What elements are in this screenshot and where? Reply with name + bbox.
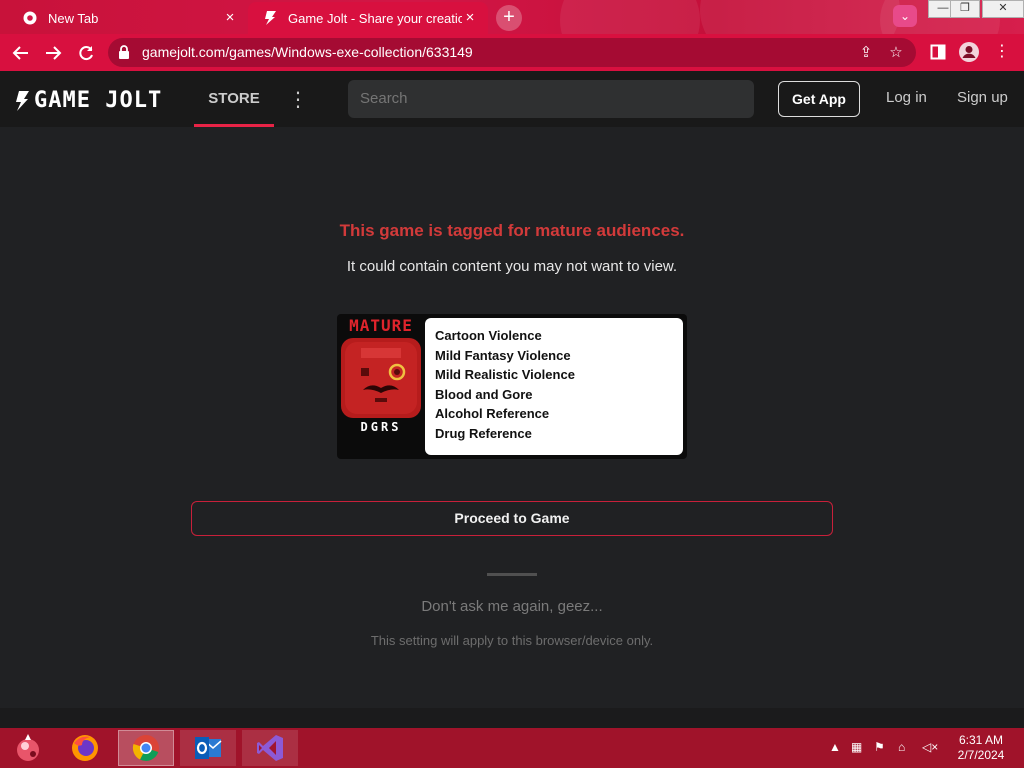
reload-icon[interactable]	[73, 40, 99, 66]
close-icon[interactable]: ×	[222, 10, 238, 26]
descriptor-item: Alcohol Reference	[435, 406, 550, 421]
bookmark-star-icon[interactable]: ☆	[886, 43, 906, 63]
tab-game-jolt[interactable]: Game Jolt - Share your creations ×	[248, 2, 488, 34]
sign-up-link[interactable]: Sign up	[957, 89, 1008, 106]
descriptor-item: Blood and Gore	[435, 386, 533, 402]
game-jolt-logo[interactable]: GAME JOLT	[14, 88, 162, 113]
flag-icon[interactable]: ⚑	[874, 740, 885, 754]
divider	[487, 573, 537, 576]
windows-taskbar: ▲ ▦ ⚑ ⌂ ◁× 6:31 AM 2/7/2024	[0, 728, 1024, 768]
gamejolt-icon	[262, 10, 278, 26]
back-icon[interactable]	[8, 40, 34, 66]
chrome-icon[interactable]	[118, 730, 174, 766]
network-icon[interactable]: ⌂	[898, 740, 905, 754]
tab-new-tab[interactable]: New Tab ×	[8, 2, 248, 34]
more-vertical-icon[interactable]: ⋮	[288, 87, 308, 112]
browser-toolbar: gamejolt.com/games/Windows-exe-collectio…	[0, 34, 1024, 71]
rating-system-label: DGRS	[360, 420, 402, 434]
task-view-icon[interactable]: ▦	[851, 740, 862, 754]
close-window-button[interactable]: ✕	[982, 0, 1024, 18]
mature-mascot-icon	[341, 338, 421, 418]
start-icon[interactable]	[0, 730, 56, 766]
site-header: GAME JOLT STORE ⋮ Get App Log in Sign up	[0, 71, 1024, 127]
rating-badge-label: MATURE	[349, 316, 413, 335]
descriptor-item: Drug Reference	[435, 425, 532, 441]
browser-tab-strip: New Tab × Game Jolt - Share your creatio…	[0, 0, 1024, 80]
tab-title: Game Jolt - Share your creations	[288, 10, 462, 26]
descriptor-item: Mild Fantasy Violence	[435, 347, 571, 363]
setting-note: This setting will apply to this browser/…	[370, 633, 654, 648]
volume-muted-icon[interactable]: ◁×	[922, 740, 938, 754]
share-icon[interactable]: ⇪	[856, 43, 876, 63]
lock-icon[interactable]	[118, 45, 132, 59]
forward-icon[interactable]	[40, 40, 66, 66]
bolt-icon	[16, 90, 29, 111]
firefox-icon[interactable]	[57, 730, 113, 766]
visual-studio-icon[interactable]	[242, 730, 298, 766]
content-rating-card: MATURE DGRS Cartoon Violence Mild Fantas…	[337, 314, 687, 459]
clock-date: 2/7/2024	[957, 748, 1005, 762]
proceed-to-game-button[interactable]: Proceed to Game	[191, 501, 833, 536]
store-tab[interactable]: STORE	[194, 71, 274, 127]
show-hidden-icons-icon[interactable]: ▲	[829, 740, 841, 754]
profile-avatar-icon[interactable]	[958, 41, 980, 63]
address-bar[interactable]: gamejolt.com/games/Windows-exe-collectio…	[108, 38, 916, 67]
logo-text: GAME JOLT	[34, 88, 163, 113]
mature-warning-subtitle: It could contain content you may not wan…	[346, 258, 678, 275]
chrome-icon	[22, 10, 38, 26]
content-descriptors-list: Cartoon Violence Mild Fantasy Violence M…	[425, 318, 683, 455]
restore-button[interactable]: ❐	[950, 0, 980, 18]
tab-title: New Tab	[48, 10, 99, 26]
get-app-button[interactable]: Get App	[778, 81, 860, 117]
mature-warning-title: This game is tagged for mature audiences…	[339, 221, 685, 240]
close-icon[interactable]: ×	[462, 10, 478, 26]
log-in-link[interactable]: Log in	[886, 89, 927, 106]
clock-time: 6:31 AM	[958, 733, 1004, 747]
tab-search-icon[interactable]: ⌄	[893, 5, 917, 27]
kebab-menu-icon[interactable]: ⋮	[991, 41, 1013, 63]
page-bottom-strip	[0, 708, 1024, 728]
dont-ask-again-link[interactable]: Don't ask me again, geez...	[0, 598, 1024, 615]
side-panel-icon[interactable]	[927, 41, 949, 63]
url-text: gamejolt.com/games/Windows-exe-collectio…	[142, 44, 473, 60]
search-input[interactable]	[348, 80, 754, 118]
outlook-icon[interactable]	[180, 730, 236, 766]
descriptor-item: Mild Realistic Violence	[435, 367, 575, 382]
descriptor-item: Cartoon Violence	[435, 328, 542, 343]
new-tab-button[interactable]: +	[496, 5, 522, 31]
mature-content-page: This game is tagged for mature audiences…	[0, 127, 1024, 708]
system-clock[interactable]: 6:31 AM 2/7/2024	[950, 733, 1012, 763]
